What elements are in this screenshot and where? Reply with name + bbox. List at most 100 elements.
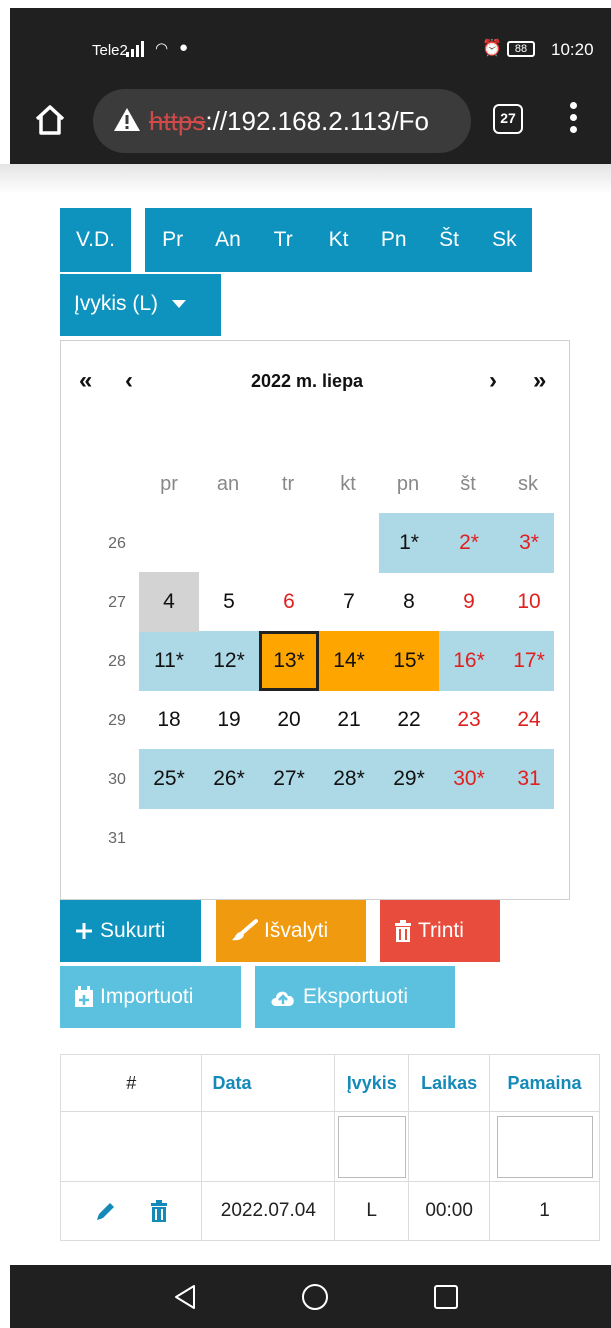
url-scheme: https [149, 106, 206, 136]
import-button-label: Importuoti [100, 985, 194, 1008]
events-table: # Data Įvykis Laikas Pamaina 2022.07.04 … [59, 1054, 600, 1241]
browser-toolbar: https://192.168.2.113/Fo 27 [10, 88, 611, 164]
day-cell-today[interactable]: 4 [139, 572, 199, 632]
day-button-pr[interactable]: Pr [145, 208, 200, 272]
plus-icon [76, 923, 92, 940]
week-number: 27 [108, 594, 126, 611]
day-cell[interactable]: 20 [259, 690, 319, 750]
next-month-button[interactable]: › [489, 367, 497, 395]
paint-brush-icon [232, 919, 258, 941]
day-cell[interactable]: 30* [439, 749, 499, 809]
day-cell[interactable]: 19 [199, 690, 259, 750]
url-path: ://192.168.2.113/Fo [205, 106, 429, 136]
back-icon[interactable] [172, 1283, 200, 1311]
day-cell[interactable]: 12* [199, 631, 259, 691]
day-cell[interactable]: 11* [139, 631, 199, 691]
day-cell-range[interactable]: 14* [319, 631, 379, 691]
week-number: 28 [108, 653, 126, 670]
create-button[interactable]: Sukurti [60, 900, 201, 962]
day-cell[interactable]: 29* [379, 749, 439, 809]
address-bar[interactable]: https://192.168.2.113/Fo [93, 89, 471, 153]
event-type-dropdown[interactable]: Įvykis (L) [60, 274, 221, 336]
cell-shift: 1 [489, 1181, 600, 1241]
alarm-icon: ⏰ [482, 40, 502, 57]
clear-button[interactable]: Išvalyti [216, 900, 366, 962]
vd-button[interactable]: V.D. [60, 208, 131, 272]
delete-button[interactable]: Trinti [380, 900, 500, 962]
day-cell[interactable]: 16* [439, 631, 499, 691]
day-cell[interactable]: 25* [139, 749, 199, 809]
signal-icon [126, 41, 144, 57]
trash-icon[interactable] [150, 1199, 168, 1222]
more-menu-icon[interactable] [568, 102, 578, 138]
battery-icon: 88 [507, 41, 535, 57]
day-cell[interactable]: 10 [499, 572, 559, 632]
day-cell[interactable]: 9 [439, 572, 499, 632]
home-circle-icon[interactable] [301, 1283, 329, 1311]
next-year-button[interactable]: » [533, 367, 546, 395]
week-number: 30 [108, 771, 126, 788]
day-cell[interactable]: 21 [319, 690, 379, 750]
row-actions [59, 1181, 203, 1241]
day-button-pn[interactable]: Pn [366, 208, 421, 272]
day-cell[interactable]: 31 [499, 749, 559, 809]
calendar-title[interactable]: 2022 m. liepa [251, 371, 363, 392]
toolbar-shadow [0, 164, 611, 194]
prev-month-button[interactable]: ‹ [125, 367, 133, 395]
day-cell[interactable]: 28* [319, 749, 379, 809]
cell-date: 2022.07.04 [201, 1181, 336, 1241]
day-cell[interactable]: 7 [319, 572, 379, 632]
day-button-kt[interactable]: Kt [311, 208, 366, 272]
event-type-label: Įvykis (L) [74, 292, 158, 315]
day-button-an[interactable]: An [200, 208, 255, 272]
caret-down-icon [172, 300, 186, 309]
day-cell[interactable]: 22 [379, 690, 439, 750]
prev-year-button[interactable]: « [79, 367, 92, 395]
day-cell-selected[interactable]: 13* [259, 631, 319, 691]
day-button-tr[interactable]: Tr [256, 208, 311, 272]
cloud-upload-icon [271, 992, 294, 1007]
wifi-icon: ◠ [155, 40, 169, 57]
column-header-date[interactable]: Data [201, 1054, 336, 1112]
day-cell[interactable]: 6 [259, 572, 319, 632]
column-header-shift[interactable]: Pamaina [489, 1054, 600, 1112]
day-cell-range[interactable]: 15* [379, 631, 439, 691]
tab-switcher-button[interactable]: 27 [493, 104, 523, 134]
day-cell[interactable]: 3* [499, 513, 559, 573]
day-cell[interactable]: 1* [379, 513, 439, 573]
create-button-label: Sukurti [100, 919, 166, 942]
day-cell[interactable]: 23 [439, 690, 499, 750]
home-icon[interactable] [32, 102, 68, 138]
column-header-event[interactable]: Įvykis [334, 1054, 410, 1112]
day-button-st[interactable]: Št [421, 208, 476, 272]
day-cell[interactable]: 8 [379, 572, 439, 632]
clock: 10:20 [551, 40, 594, 59]
recents-icon[interactable] [432, 1283, 460, 1311]
url-text: https://192.168.2.113/Fo [149, 106, 429, 136]
column-header-time[interactable]: Laikas [408, 1054, 491, 1112]
carrier-label: Tele2 [92, 42, 128, 59]
column-header-index: # [59, 1054, 203, 1112]
day-cell[interactable]: 26* [199, 749, 259, 809]
day-cell[interactable]: 27* [259, 749, 319, 809]
weekday-header-an: an [216, 473, 240, 495]
trash-icon [395, 920, 411, 943]
week-number: 29 [108, 712, 126, 729]
day-cell[interactable]: 17* [499, 631, 559, 691]
day-cell[interactable]: 18 [139, 690, 199, 750]
table-header-row: # Data Įvykis Laikas Pamaina [59, 1054, 600, 1112]
event-filter-input[interactable] [337, 1115, 406, 1178]
warning-icon[interactable] [113, 106, 141, 134]
day-cell[interactable]: 2* [439, 513, 499, 573]
export-button[interactable]: Eksportuoti [255, 966, 455, 1028]
export-button-label: Eksportuoti [303, 985, 409, 1008]
clear-button-label: Išvalyti [264, 919, 329, 942]
day-button-sk[interactable]: Sk [477, 208, 532, 272]
day-cell[interactable]: 24 [499, 690, 559, 750]
pencil-icon[interactable] [95, 1200, 117, 1222]
week-number: 31 [108, 830, 126, 847]
vpn-icon: ● [179, 39, 189, 56]
import-button[interactable]: Importuoti [60, 966, 241, 1028]
shift-filter-input[interactable] [496, 1115, 593, 1178]
day-cell[interactable]: 5 [199, 572, 259, 632]
